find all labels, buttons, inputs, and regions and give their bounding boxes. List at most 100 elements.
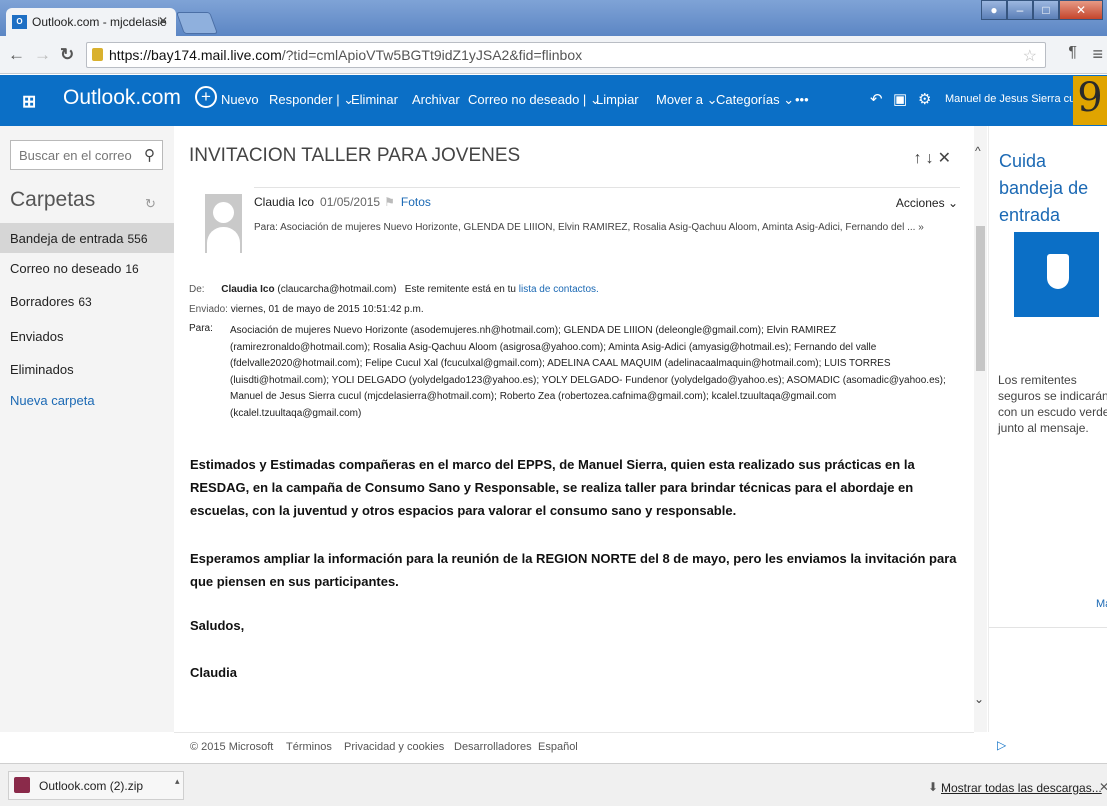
brand-title[interactable]: Outlook.com (63, 86, 181, 110)
scroll-up-icon[interactable]: ^ (975, 144, 981, 158)
window-controls: ● – □ ✕ (981, 0, 1103, 20)
more-link[interactable]: Má (1096, 598, 1107, 610)
categories-button[interactable]: Categorías ⌄ (716, 92, 794, 108)
close-icon[interactable]: ✕ (938, 150, 955, 167)
refresh-icon[interactable]: ↻ (145, 196, 156, 212)
search-icon[interactable]: ⚲ (144, 146, 155, 164)
caret-up-icon[interactable]: ▴ (175, 776, 180, 787)
new-plus-icon[interactable]: + (195, 86, 217, 108)
browser-menu-icon[interactable]: ≡ (1092, 44, 1103, 65)
sidebar-item-sent[interactable]: Enviados (0, 321, 174, 351)
divider (254, 187, 960, 188)
maximize-button[interactable]: □ (1033, 0, 1059, 20)
sidebar-item-inbox[interactable]: Bandeja de entrada 556 (0, 223, 174, 253)
language-link[interactable]: Español (538, 741, 578, 753)
folder-label: Borradores (10, 294, 75, 309)
url-input[interactable]: https://bay174.mail.live.com/?tid=cmlApi… (86, 42, 1046, 68)
shield-tile (1014, 232, 1099, 317)
folder-label: Eliminados (10, 362, 74, 377)
archive-button[interactable]: Archivar (412, 92, 460, 107)
sender-photo (205, 194, 242, 253)
back-arrow-icon[interactable]: ← (8, 45, 25, 65)
collapse-icon[interactable]: » (918, 222, 924, 233)
close-window-button[interactable]: ✕ (1059, 0, 1103, 20)
move-to-button[interactable]: Mover a ⌄ (656, 92, 718, 108)
user-profile-icon[interactable]: ● (981, 0, 1007, 20)
from-name: Claudia Ico (221, 284, 275, 295)
junk-button[interactable]: Correo no deseado | ⌄ (468, 92, 601, 108)
lock-icon (92, 48, 103, 61)
flag-icon[interactable]: ⚑ (384, 195, 395, 209)
sender-name[interactable]: Claudia Ico (254, 195, 314, 209)
chevron-down-icon: ⌄ (783, 92, 795, 107)
arrow-up-icon[interactable]: ↑ (914, 150, 926, 167)
search-placeholder: Buscar en el correo (19, 148, 132, 163)
person-head-icon (213, 202, 234, 223)
person-body-icon (207, 227, 240, 253)
reading-pane-scrollbar[interactable]: ^ ⌄ (974, 126, 987, 732)
actions-label: Acciones (895, 196, 945, 210)
folder-count: 556 (127, 232, 148, 246)
fotos-link[interactable]: Fotos (401, 195, 431, 209)
shield-icon (1047, 254, 1069, 289)
contact-list-link[interactable]: lista de contactos. (519, 284, 599, 295)
folder-count: 63 (78, 295, 92, 309)
sender-line: Claudia Ico 01/05/2015 ⚑ Fotos (254, 195, 431, 209)
url-path: /?tid=cmlApioVTw5BGTt9idZ1yJSA2&fid=flin… (281, 47, 583, 63)
url-host: https://bay174.mail.live.com (109, 47, 282, 63)
message-subject: INVITACION TALLER PARA JOVENES (189, 145, 521, 166)
to-summary[interactable]: Para: Asociación de mujeres Nuevo Horizo… (254, 222, 934, 233)
actions-button[interactable]: Acciones ⌄ (896, 196, 958, 210)
downloads-bar: Outlook.com (2).zip ▴ ⬇ Mostrar todas la… (0, 763, 1107, 806)
new-folder-link[interactable]: Nueva carpeta (10, 393, 95, 408)
bookmark-star-icon[interactable]: ☆ (1023, 46, 1037, 66)
gear-icon[interactable]: ⚙ (918, 90, 931, 108)
more-commands-button[interactable]: ••• (795, 92, 809, 107)
show-all-downloads-link[interactable]: Mostrar todas las descargas... (941, 781, 1102, 795)
privacy-link[interactable]: Privacidad y cookies (344, 741, 444, 753)
sidebar-item-drafts[interactable]: Borradores 63 (0, 286, 174, 316)
sidebar-item-deleted[interactable]: Eliminados (0, 354, 174, 384)
arrow-down-icon[interactable]: ↓ (926, 150, 938, 167)
tab-close-icon[interactable]: ✕ (158, 14, 168, 28)
new-button[interactable]: Nuevo (221, 92, 259, 107)
new-tab-button[interactable] (175, 12, 219, 34)
panel-title[interactable]: Cuida bandeja de entrada (999, 148, 1107, 229)
clean-button[interactable]: Limpiar (596, 92, 639, 107)
folder-sidebar: Buscar en el correo ⚲ Carpetas ↻ Bandeja… (0, 126, 174, 732)
app-launcher-icon[interactable]: ⊞ (22, 92, 36, 112)
chevron-down-icon: ⌄ (947, 196, 958, 210)
to-summary-text: Para: Asociación de mujeres Nuevo Horizo… (254, 222, 916, 233)
search-input[interactable]: Buscar en el correo ⚲ (10, 140, 163, 170)
body-paragraph-2: Esperamos ampliar la información para la… (190, 551, 957, 589)
right-panel: Cuida bandeja de entrada Los remitentes … (988, 126, 1107, 752)
undo-icon[interactable]: ↶ (870, 90, 883, 108)
avatar[interactable]: 9 (1073, 76, 1107, 125)
reply-button[interactable]: Responder | ⌄ (269, 92, 354, 108)
play-icon[interactable]: ▷ (997, 738, 1006, 752)
terms-link[interactable]: Términos (286, 741, 332, 753)
para-label: Para: (189, 323, 213, 334)
minimize-button[interactable]: – (1007, 0, 1033, 20)
browser-tab[interactable]: O Outlook.com - mjcdelasie ✕ (6, 8, 176, 36)
delete-button[interactable]: Eliminar (351, 92, 398, 107)
scroll-down-icon[interactable]: ⌄ (974, 692, 984, 706)
scroll-thumb[interactable] (976, 226, 985, 371)
developers-link[interactable]: Desarrolladores (454, 741, 532, 753)
sent-value: viernes, 01 de mayo de 2015 10:51:42 p.m… (230, 304, 424, 315)
forward-arrow-icon[interactable]: → (34, 45, 51, 65)
body-greeting: Saludos, (190, 618, 245, 633)
body-signature: Claudia (190, 665, 237, 680)
close-icon[interactable]: ✕ (1099, 780, 1107, 794)
extension-icon[interactable]: ¶ (1068, 44, 1077, 62)
user-name[interactable]: Manuel de Jesus Sierra cucul (945, 93, 1089, 105)
footer: © 2015 Microsoft Términos Privacidad y c… (174, 732, 974, 759)
download-item[interactable]: Outlook.com (2).zip ▴ (8, 771, 184, 800)
body-paragraph-1: Estimados y Estimadas compañeras en el m… (190, 457, 915, 518)
chat-icon[interactable]: ▣ (893, 90, 907, 108)
sidebar-item-junk[interactable]: Correo no deseado 16 (0, 253, 174, 283)
reload-icon[interactable]: ↻ (60, 45, 74, 65)
folder-label: Bandeja de entrada (10, 231, 124, 246)
folder-count: 16 (125, 262, 139, 276)
browser-tab-strip: O Outlook.com - mjcdelasie ✕ ● – □ ✕ (0, 0, 1107, 36)
